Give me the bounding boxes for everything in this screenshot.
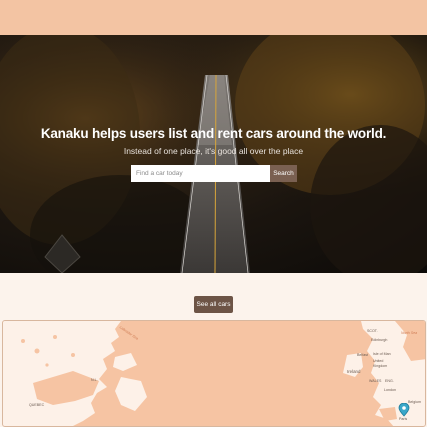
map-label-eng: ENG. [385, 379, 394, 383]
map-label-united-kingdom: United Kingdom [373, 359, 388, 368]
see-all-cars-button[interactable]: See all cars [194, 296, 233, 313]
hero-title: Kanaku helps users list and rent cars ar… [40, 126, 387, 141]
map-land-water [3, 321, 425, 426]
map-label-scot: SCOT. [367, 329, 378, 333]
map[interactable]: N.L. QUEBEC Labrador Sea SCOT. Edinburgh… [2, 320, 426, 427]
hero-section: Kanaku helps users list and rent cars ar… [0, 35, 427, 273]
hero-subtitle: Instead of one place, it's good all over… [123, 146, 304, 156]
map-pin-icon[interactable] [398, 403, 410, 417]
map-label-nl: N.L. [91, 378, 98, 382]
map-label-quebec: QUEBEC [29, 403, 45, 407]
map-label-edinburgh: Edinburgh [371, 338, 388, 342]
map-label-north-sea: North Sea [401, 331, 418, 335]
map-label-ireland: Ireland [347, 369, 361, 374]
map-label-paris: Paris [399, 417, 408, 421]
map-label-london: London [384, 388, 396, 392]
map-label-belfast: Belfast [357, 353, 368, 357]
top-nav-bar [0, 0, 427, 35]
search-input[interactable] [131, 165, 270, 182]
search-button[interactable]: Search [270, 165, 297, 182]
map-label-wales: WALES [369, 379, 382, 383]
map-label-isle-of-man: Isle of Man [373, 352, 391, 356]
